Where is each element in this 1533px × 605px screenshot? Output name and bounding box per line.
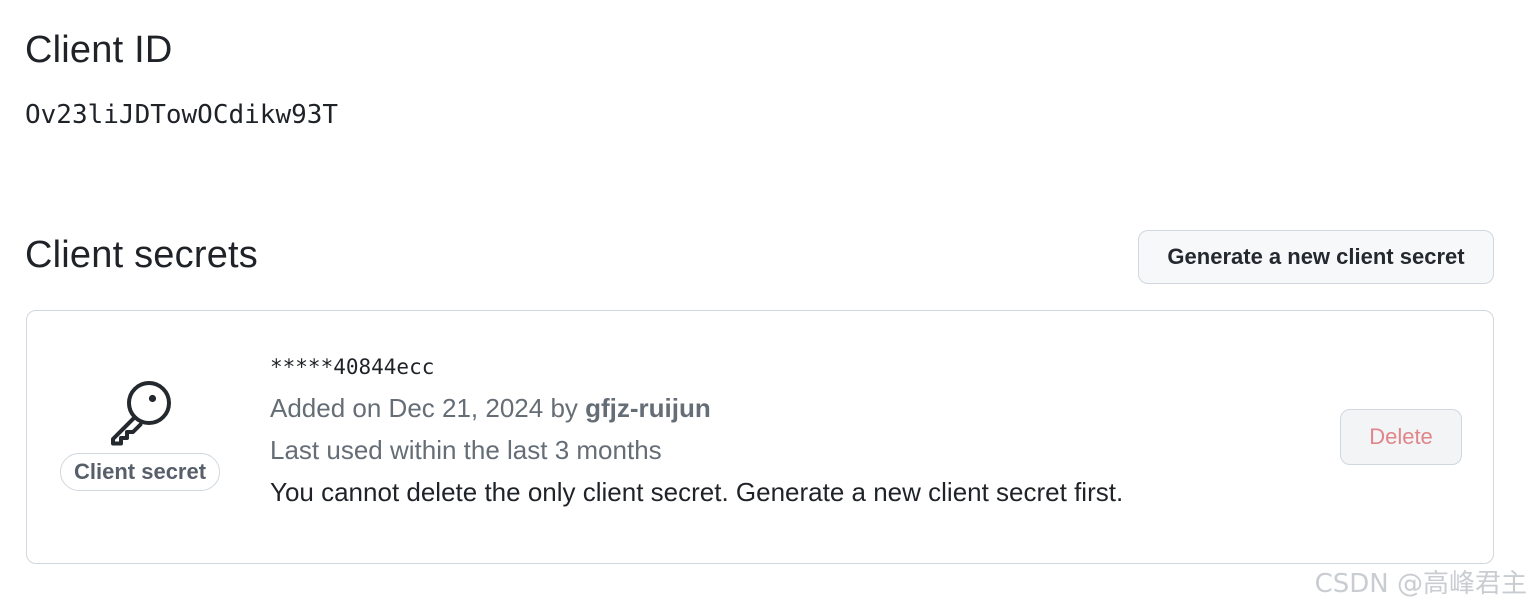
client-id-value: Ov23liJDTowOCdikw93T <box>25 100 339 130</box>
key-icon <box>111 381 171 446</box>
secret-added-info: Added on Dec 21, 2024 by gfjz-ruijun <box>270 395 711 421</box>
secret-added-prefix: Added on Dec 21, 2024 by <box>270 393 586 423</box>
generate-client-secret-button[interactable]: Generate a new client secret <box>1138 230 1494 284</box>
client-id-title: Client ID <box>25 29 173 71</box>
secret-last-used: Last used within the last 3 months <box>270 435 662 465</box>
client-secret-card: Client secret *****40844ecc Added on Dec… <box>26 310 1494 564</box>
delete-secret-button[interactable]: Delete <box>1340 409 1462 465</box>
secret-author-link[interactable]: gfjz-ruijun <box>585 393 711 423</box>
client-secrets-title: Client secrets <box>25 234 258 276</box>
watermark: CSDN @高峰君主 <box>1314 569 1527 599</box>
client-secret-badge: Client secret <box>60 453 221 491</box>
masked-secret-value: *****40844ecc <box>270 355 435 379</box>
delete-warning-text: You cannot delete the only client secret… <box>270 477 1124 507</box>
